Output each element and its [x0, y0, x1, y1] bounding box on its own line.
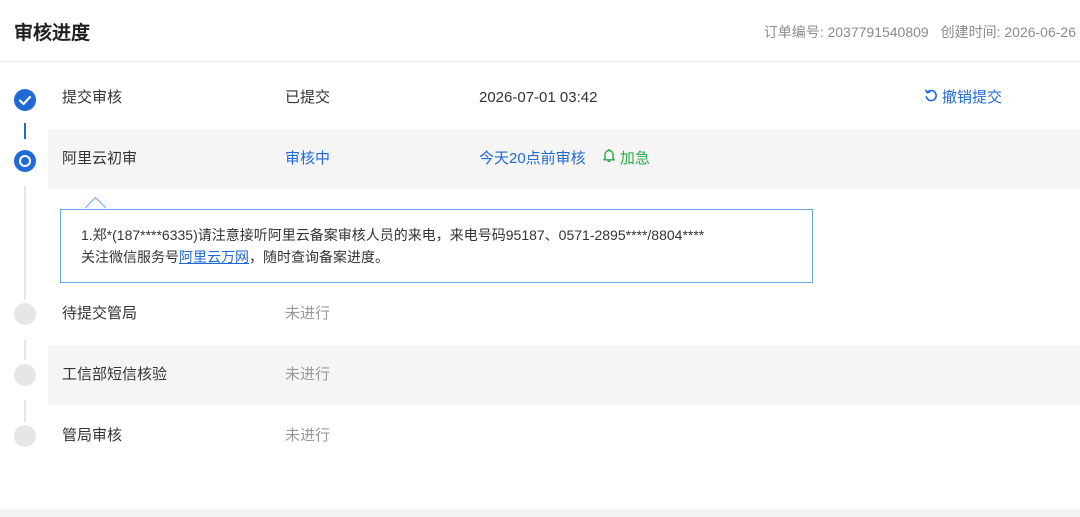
footer-divider	[0, 509, 1080, 517]
order-number: 订单编号: 2037791540809	[763, 24, 929, 40]
notice-line-2: 关注微信服务号阿里云万网，随时查询备案进度。	[81, 246, 792, 268]
expedite-label: 加急	[619, 150, 650, 167]
timeline-connector	[24, 123, 26, 139]
notice-line-1: 1.郑*(187****6335)请注意接听阿里云备案审核人员的来电，来电号码9…	[81, 227, 705, 243]
step-name: 管局审核	[62, 427, 123, 444]
check-circle-icon	[14, 89, 36, 111]
step-status: 已提交	[285, 89, 331, 106]
step-name: 待提交管局	[62, 305, 138, 322]
step-row-pending-bureau: 待提交管局 未进行	[48, 284, 1080, 344]
undo-icon	[924, 68, 938, 128]
review-deadline: 今天20点前审核	[479, 150, 586, 167]
notice-text: ，随时查询备案进度。	[249, 249, 389, 265]
step-row-submit: 提交审核 已提交 2026-07-01 03:42 撤销提交	[48, 68, 1080, 128]
step-status: 未进行	[285, 305, 331, 322]
created-time: 创建时间: 2026-06-26	[940, 24, 1076, 40]
grey-circle-icon	[14, 425, 36, 447]
notice-text: 关注微信服务号	[81, 249, 179, 265]
progress-circle-icon	[14, 150, 36, 172]
expedite-button[interactable]: 加急	[602, 129, 650, 189]
step-time: 今天20点前审核 加急	[479, 129, 650, 189]
wechat-service-link[interactable]: 阿里云万网	[179, 249, 249, 265]
step-status: 审核中	[285, 150, 331, 167]
step-status: 未进行	[285, 427, 331, 444]
step-row-initial-review: 阿里云初审 审核中 今天20点前审核 加急	[48, 129, 1080, 189]
timeline-connector	[24, 186, 26, 300]
timeline-connector	[24, 340, 26, 360]
page-title: 审核进度	[14, 23, 91, 44]
step-name: 阿里云初审	[62, 150, 138, 167]
order-meta: 订单编号: 2037791540809 创建时间: 2026-06-26	[756, 22, 1076, 42]
page-header: 审核进度 订单编号: 2037791540809 创建时间: 2026-06-2…	[0, 0, 1080, 62]
step-row-bureau-review: 管局审核 未进行	[48, 406, 1080, 466]
step-name: 工信部短信核验	[62, 366, 168, 383]
step-status: 未进行	[285, 366, 331, 383]
withdraw-submit-button[interactable]: 撤销提交	[924, 68, 1002, 128]
step-name: 提交审核	[62, 89, 123, 106]
timeline-connector	[24, 400, 26, 422]
bell-icon	[602, 129, 616, 189]
grey-circle-icon	[14, 364, 36, 386]
notice-box: 1.郑*(187****6335)请注意接听阿里云备案审核人员的来电，来电号码9…	[60, 209, 813, 283]
step-row-sms-verify: 工信部短信核验 未进行	[48, 345, 1080, 405]
grey-circle-icon	[14, 303, 36, 325]
step-time: 2026-07-01 03:42	[479, 89, 598, 106]
withdraw-submit-label: 撤销提交	[942, 89, 1003, 106]
